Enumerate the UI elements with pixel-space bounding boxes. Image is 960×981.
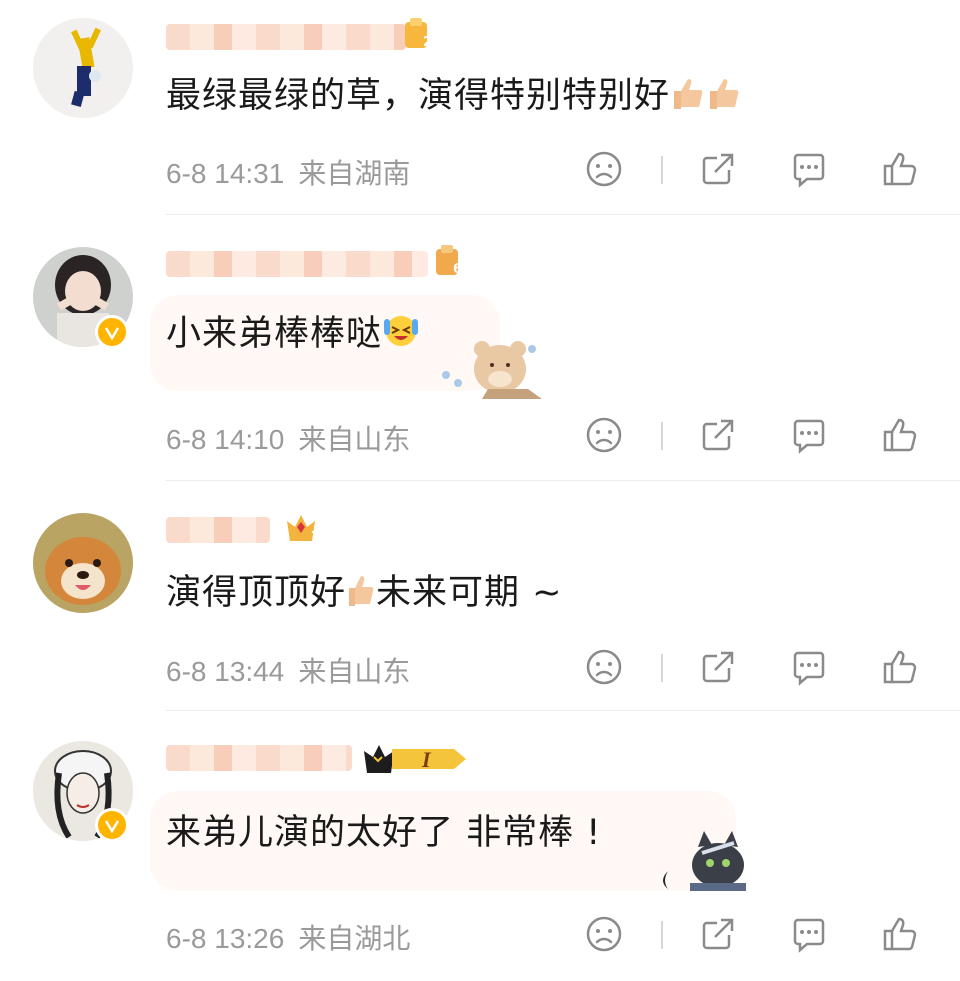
- comment-icon[interactable]: [790, 648, 828, 686]
- comment-meta: 6-8 13:26 来自湖北: [166, 917, 410, 957]
- divider-line: [661, 156, 663, 184]
- divider-line: [661, 921, 663, 949]
- comment-date: 6-8 13:26: [166, 923, 285, 954]
- comment-body-part1: 演得顶顶好: [166, 573, 347, 613]
- level-number: 2: [422, 35, 432, 50]
- verified-badge: [95, 808, 129, 842]
- comment-date: 6-8 14:31: [166, 158, 285, 189]
- comment-location: 来自山东: [298, 656, 411, 687]
- comment-item: 7 演得顶顶好 未来可期 ~ 6-8 13:44 来自山东: [0, 481, 960, 711]
- dislike-icon[interactable]: [585, 150, 623, 188]
- comment-body: 小来弟棒棒哒: [166, 314, 383, 354]
- laughing-tears-emoji: [382, 311, 420, 360]
- comment-date: 6-8 14:10: [166, 424, 285, 455]
- divider-line: [661, 654, 663, 682]
- comment-text: 最绿最绿的草，演得特别特别好: [166, 74, 742, 122]
- comment-item: 6 小来弟棒棒哒 6-8 14:10 来自山东: [0, 215, 960, 481]
- username-blurred[interactable]: [166, 24, 406, 50]
- share-icon[interactable]: [699, 648, 737, 686]
- thumbs-up-emoji: [670, 77, 706, 122]
- thumbs-up-emoji: [346, 574, 376, 619]
- bear-sticker: [432, 327, 547, 411]
- comment-body: 来弟儿演的太好了 非常棒 !: [166, 813, 602, 853]
- comment-actions: [585, 915, 925, 955]
- comment-icon[interactable]: [790, 915, 828, 953]
- comment-location: 来自湖北: [298, 923, 411, 954]
- username-blurred[interactable]: [166, 251, 428, 277]
- comment-actions: [585, 648, 925, 688]
- share-icon[interactable]: [699, 915, 737, 953]
- dislike-icon[interactable]: [585, 416, 623, 454]
- level-number: I: [422, 747, 431, 772]
- comment-item: I 来弟儿演的太好了 非常棒 ! 6-8 13:26 来自湖北: [0, 711, 960, 981]
- avatar[interactable]: [33, 18, 133, 118]
- avatar[interactable]: [33, 513, 133, 613]
- cat-sticker: [650, 827, 750, 897]
- like-icon[interactable]: [881, 150, 919, 188]
- share-icon[interactable]: [699, 416, 737, 454]
- like-icon[interactable]: [881, 915, 919, 953]
- verified-badge: [95, 315, 129, 349]
- comment-text: 演得顶顶好 未来可期 ~: [166, 571, 562, 619]
- share-icon[interactable]: [699, 150, 737, 188]
- like-icon[interactable]: [881, 416, 919, 454]
- dislike-icon[interactable]: [585, 915, 623, 953]
- divider-line: [661, 422, 663, 450]
- comment-icon[interactable]: [790, 416, 828, 454]
- username-blurred[interactable]: [166, 745, 352, 771]
- thumbs-up-emoji: [706, 77, 742, 122]
- comment-body: 最绿最绿的草，演得特别特别好: [166, 76, 671, 116]
- comment-body-part2: 未来可期 ~: [376, 573, 563, 613]
- comment-actions: [585, 150, 925, 190]
- comment-location: 来自山东: [298, 424, 411, 455]
- comment-date: 6-8 13:44: [166, 656, 285, 687]
- level-badge: 7: [282, 509, 320, 545]
- level-badge: 6: [430, 243, 464, 279]
- comment-actions: [585, 416, 925, 456]
- comment-icon[interactable]: [790, 150, 828, 188]
- level-badge: 2: [398, 16, 434, 52]
- like-icon[interactable]: [881, 648, 919, 686]
- level-badge: I: [362, 741, 468, 777]
- comment-meta: 6-8 14:10 来自山东: [166, 418, 410, 458]
- comment-text: 来弟儿演的太好了 非常棒 !: [166, 811, 601, 855]
- comment-location: 来自湖南: [298, 158, 411, 189]
- level-number: 6: [452, 262, 462, 277]
- comment-text: 小来弟棒棒哒: [166, 311, 420, 360]
- username-blurred[interactable]: [166, 517, 270, 543]
- comment-meta: 6-8 13:44 来自山东: [166, 650, 410, 690]
- level-number: 7: [310, 530, 320, 545]
- dislike-icon[interactable]: [585, 648, 623, 686]
- comment-meta: 6-8 14:31 来自湖南: [166, 152, 410, 192]
- comment-item: 2 最绿最绿的草，演得特别特别好 6-8 14:31 来自湖南: [0, 0, 960, 215]
